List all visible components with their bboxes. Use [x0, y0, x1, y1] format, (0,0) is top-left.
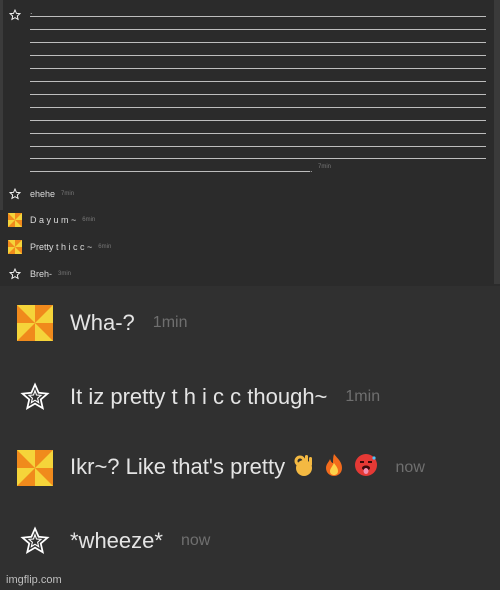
long-line-message: . . 7min: [8, 4, 494, 180]
ok-hand-icon: [293, 453, 315, 483]
timestamp: now: [395, 459, 425, 476]
text-line: [30, 158, 486, 159]
message-text-body: Ikr~? Like that's pretty: [70, 453, 286, 479]
list-item: Pretty t h i c c ~ 6min: [8, 239, 111, 255]
message-text: Ikr~? Like that's pretty: [70, 453, 378, 483]
timestamp: 3min: [58, 271, 72, 277]
star-icon: [8, 187, 22, 201]
fire-icon: [323, 453, 345, 483]
message-text: *wheeze*: [70, 528, 163, 553]
text-line: [30, 42, 486, 43]
bottom-chat-panel: Wha-? 1min It iz pretty t h i c c though…: [0, 286, 500, 590]
timestamp: now: [180, 532, 211, 549]
pinwheel-icon: [16, 304, 54, 342]
pinwheel-icon: [8, 213, 22, 227]
watermark: imgflip.com: [6, 574, 62, 586]
text-line: [30, 16, 486, 17]
message-text: D a y u m ~: [30, 215, 77, 225]
list-item: *wheeze* now: [16, 521, 210, 561]
message-text: Wha-?: [70, 310, 135, 335]
text-line: [30, 171, 310, 172]
message-text: ehehe: [30, 189, 56, 199]
star-icon: [16, 378, 54, 416]
timestamp: 7min: [318, 164, 332, 170]
text-line: [30, 133, 486, 134]
timestamp: 6min: [98, 244, 112, 250]
scrollbar[interactable]: [494, 0, 500, 284]
hot-face-icon: [354, 453, 378, 483]
line-trail-char: .: [310, 164, 313, 174]
timestamp: 6min: [82, 217, 96, 223]
timestamp: 1min: [152, 314, 188, 331]
timestamp: 1min: [345, 388, 381, 405]
thread-indicator-bar: [0, 0, 3, 210]
message-text: It iz pretty t h i c c though~: [70, 384, 328, 409]
text-line: [30, 146, 486, 147]
pinwheel-icon: [8, 240, 22, 254]
message-text: Pretty t h i c c ~: [30, 242, 93, 252]
text-line: [30, 107, 486, 108]
star-icon: [8, 267, 22, 281]
pinwheel-icon: [16, 449, 54, 487]
list-item: It iz pretty t h i c c though~ 1min: [16, 377, 380, 417]
timestamp: 7min: [61, 191, 75, 197]
text-line: [30, 68, 486, 69]
text-line: [30, 81, 486, 82]
list-item: ehehe 7min: [8, 186, 74, 202]
list-item: Ikr~? Like that's pretty now: [16, 448, 425, 488]
star-icon: [16, 522, 54, 560]
list-item: Wha-? 1min: [16, 303, 187, 343]
top-chat-panel: . . 7min ehehe 7min D a y u m ~ 6min Pre…: [0, 0, 500, 286]
message-text: Breh-: [30, 269, 53, 279]
line-lead-char: .: [30, 6, 33, 16]
text-line: [30, 120, 486, 121]
text-line: [30, 29, 486, 30]
list-item: D a y u m ~ 6min: [8, 212, 95, 228]
text-line: [30, 94, 486, 95]
list-item: Breh- 3min: [8, 266, 71, 282]
text-line: [30, 55, 486, 56]
star-icon: [8, 8, 22, 22]
